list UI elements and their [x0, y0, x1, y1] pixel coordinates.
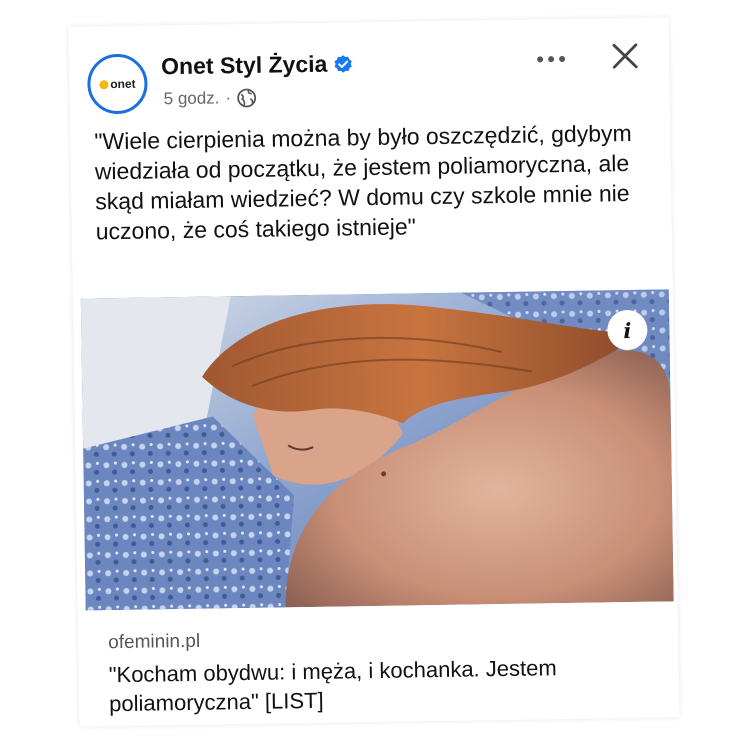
verified-badge-icon — [334, 54, 352, 73]
page-avatar[interactable]: onet — [86, 53, 148, 115]
onet-logo-dot — [99, 79, 109, 89]
page-name[interactable]: Onet Styl Życia — [161, 51, 328, 81]
onet-logo: onet — [99, 77, 136, 92]
close-button[interactable] — [605, 36, 646, 77]
post-time[interactable]: 5 godz. — [164, 88, 220, 109]
close-icon — [612, 43, 638, 69]
post-meta: 5 godz. · — [164, 88, 258, 109]
post-image[interactable]: i — [80, 289, 674, 611]
facebook-post-card: onet Onet Styl Życia 5 godz. · "Wiele ci… — [68, 17, 680, 727]
more-horizontal-icon — [537, 56, 566, 63]
link-title[interactable]: "Kocham obydwu: i męża, i kochanka. Jest… — [108, 652, 659, 719]
page-name-row: Onet Styl Życia — [161, 50, 354, 80]
link-preview[interactable]: ofeminin.pl "Kocham obydwu: i męża, i ko… — [85, 601, 676, 723]
screenshot-stage: onet Onet Styl Życia 5 godz. · "Wiele ci… — [0, 0, 750, 750]
onet-logo-text: onet — [110, 76, 136, 92]
link-domain: ofeminin.pl — [108, 630, 201, 654]
post-text: "Wiele cierpienia można by było oszczędz… — [94, 119, 632, 245]
more-options-button[interactable] — [531, 41, 572, 78]
meta-separator: · — [225, 88, 232, 108]
globe-icon — [237, 88, 257, 108]
post-photo — [80, 289, 674, 611]
